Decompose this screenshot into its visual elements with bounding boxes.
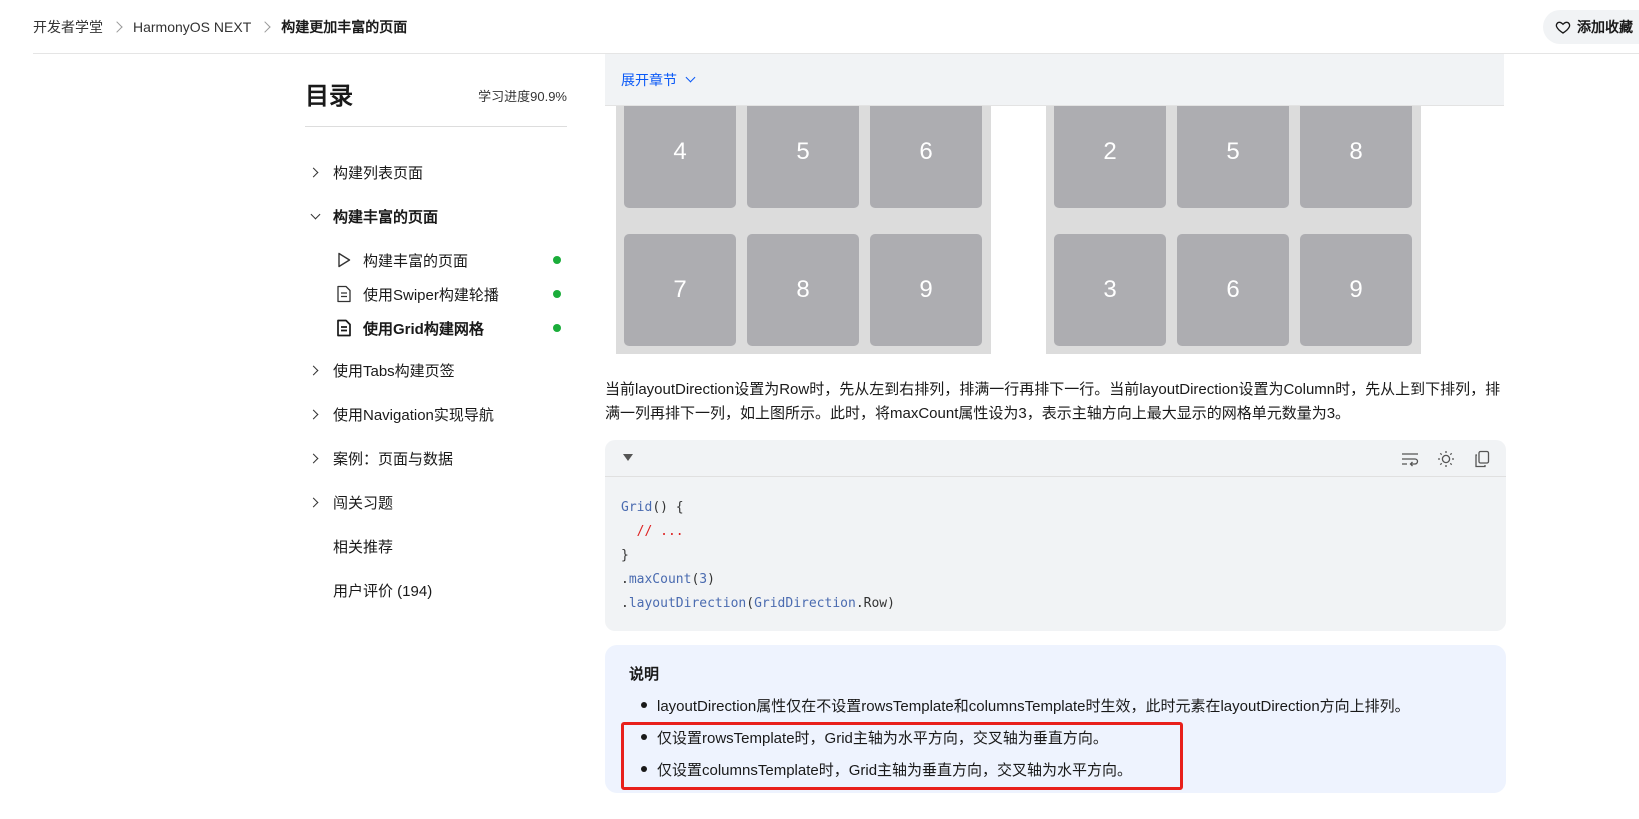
code-token: . [621, 572, 629, 587]
code-token: } [621, 548, 629, 563]
grid-cell: 8 [1300, 96, 1412, 208]
grid-cell: 8 [747, 234, 859, 346]
code-block: Grid() { // ... } .maxCount(3) .layoutDi… [605, 440, 1506, 631]
toc-subitem-label: 构建丰富的页面 [363, 252, 469, 270]
heart-icon [1555, 21, 1571, 34]
chevron-down-icon [305, 206, 325, 226]
code-token: () { [652, 500, 684, 515]
grid-cell: 4 [624, 96, 736, 208]
toc-subitem-rich-page[interactable]: 构建丰富的页面 [335, 246, 567, 274]
grid-example-row: 4 5 6 7 8 9 [616, 96, 991, 354]
add-favorite-label: 添加收藏 [1577, 19, 1633, 35]
toc-subitem-label: 使用Grid构建网格 [363, 320, 484, 338]
chevron-right-icon [305, 404, 325, 424]
code-token: Grid [621, 500, 653, 515]
chevron-right-icon [305, 360, 325, 380]
chevron-right-icon [259, 21, 271, 33]
code-comment: // ... [621, 524, 684, 539]
grid-cell: 7 [624, 234, 736, 346]
code-token: layoutDirection [628, 596, 747, 611]
highlight-annotation-box [621, 722, 1183, 790]
toc-item-label: 案例：页面与数据 [333, 450, 454, 468]
toc-title: 目录 [305, 83, 353, 110]
top-bar: 开发者学堂 HarmonyOS NEXT 构建更加丰富的页面 添加收藏 [0, 0, 1639, 54]
toc-subitem-label: 使用Swiper构建轮播 [363, 286, 499, 304]
code-token: .Row) [855, 596, 895, 611]
grid-cell: 3 [1054, 234, 1166, 346]
grid-cell: 9 [1300, 234, 1412, 346]
list-item: layoutDirection属性仅在不设置rowsTemplate和colum… [629, 689, 1410, 721]
document-icon [335, 285, 353, 303]
chevron-down-icon [685, 72, 696, 83]
breadcrumb-item-current: 构建更加丰富的页面 [281, 19, 408, 35]
chevron-right-icon [305, 448, 325, 468]
grid-cell: 9 [870, 234, 982, 346]
note-title: 说明 [629, 666, 660, 683]
toc-item-label: 构建列表页面 [333, 164, 424, 182]
document-icon [335, 319, 353, 337]
toc-item-list-page[interactable]: 构建列表页面 [305, 158, 423, 186]
toc-item-rich-page[interactable]: 构建丰富的页面 [305, 202, 438, 230]
code-block-header [605, 440, 1506, 477]
grid-example-column: 2 5 8 3 6 9 [1046, 96, 1421, 354]
expand-chapter-label: 展开章节 [621, 71, 677, 88]
add-favorite-button[interactable]: 添加收藏 [1543, 10, 1639, 44]
code-toolbar [1400, 449, 1492, 469]
wrap-lines-icon[interactable] [1400, 449, 1420, 469]
divider [305, 126, 567, 127]
play-icon [335, 251, 353, 269]
completed-dot [553, 256, 561, 264]
toc-item-reviews[interactable]: 用户评价 (194) [333, 576, 432, 604]
grid-cell: 5 [1177, 96, 1289, 208]
grid-cell: 5 [747, 96, 859, 208]
code-token: . [621, 596, 629, 611]
bullet-icon [641, 702, 647, 708]
expand-chapter-bar[interactable]: 展开章节 [605, 54, 1504, 106]
learning-progress: 学习进度90.9% [478, 89, 567, 104]
chevron-right-icon [305, 162, 325, 182]
completed-dot [553, 290, 561, 298]
toc-item-label: 使用Tabs构建页签 [333, 362, 455, 380]
code-token: ) [707, 572, 715, 587]
toc-subitem-swiper[interactable]: 使用Swiper构建轮播 [335, 280, 567, 308]
breadcrumb-item-academy[interactable]: 开发者学堂 [33, 17, 103, 37]
code-token: ( [746, 596, 755, 611]
toc-item-label: 使用Navigation实现导航 [333, 406, 494, 424]
code-content: Grid() { // ... } .maxCount(3) .layoutDi… [621, 496, 895, 616]
toc-item-tabs[interactable]: 使用Tabs构建页签 [305, 356, 455, 384]
grid-cell: 6 [870, 96, 982, 208]
chevron-right-icon [305, 492, 325, 512]
toc-item-label: 构建丰富的页面 [333, 208, 439, 226]
theme-sun-icon[interactable] [1436, 449, 1456, 469]
toc-item-case[interactable]: 案例：页面与数据 [305, 444, 453, 472]
breadcrumb: 开发者学堂 HarmonyOS NEXT 构建更加丰富的页面 [33, 16, 407, 38]
collapse-triangle-icon[interactable] [623, 454, 633, 461]
note-item-text: layoutDirection属性仅在不设置rowsTemplate和colum… [657, 697, 1410, 715]
toc-subitem-grid[interactable]: 使用Grid构建网格 [335, 314, 567, 342]
toc-item-navigation[interactable]: 使用Navigation实现导航 [305, 400, 494, 428]
copy-icon[interactable] [1472, 449, 1492, 469]
code-token: GridDirection [754, 596, 856, 611]
description-paragraph: 当前layoutDirection设置为Row时，先从左到右排列，排满一行再排下… [605, 381, 1501, 422]
grid-cell: 2 [1054, 96, 1166, 208]
chevron-right-icon [111, 21, 123, 33]
grid-cell: 6 [1177, 234, 1289, 346]
breadcrumb-item-harmonyos[interactable]: HarmonyOS NEXT [133, 19, 251, 35]
toc-item-recommendations[interactable]: 相关推荐 [333, 532, 393, 560]
completed-dot [553, 324, 561, 332]
toc-item-label: 闯关习题 [333, 494, 394, 512]
toc-item-quiz[interactable]: 闯关习题 [305, 488, 393, 516]
code-token: maxCount [628, 572, 692, 587]
code-token: 3 [699, 572, 708, 587]
